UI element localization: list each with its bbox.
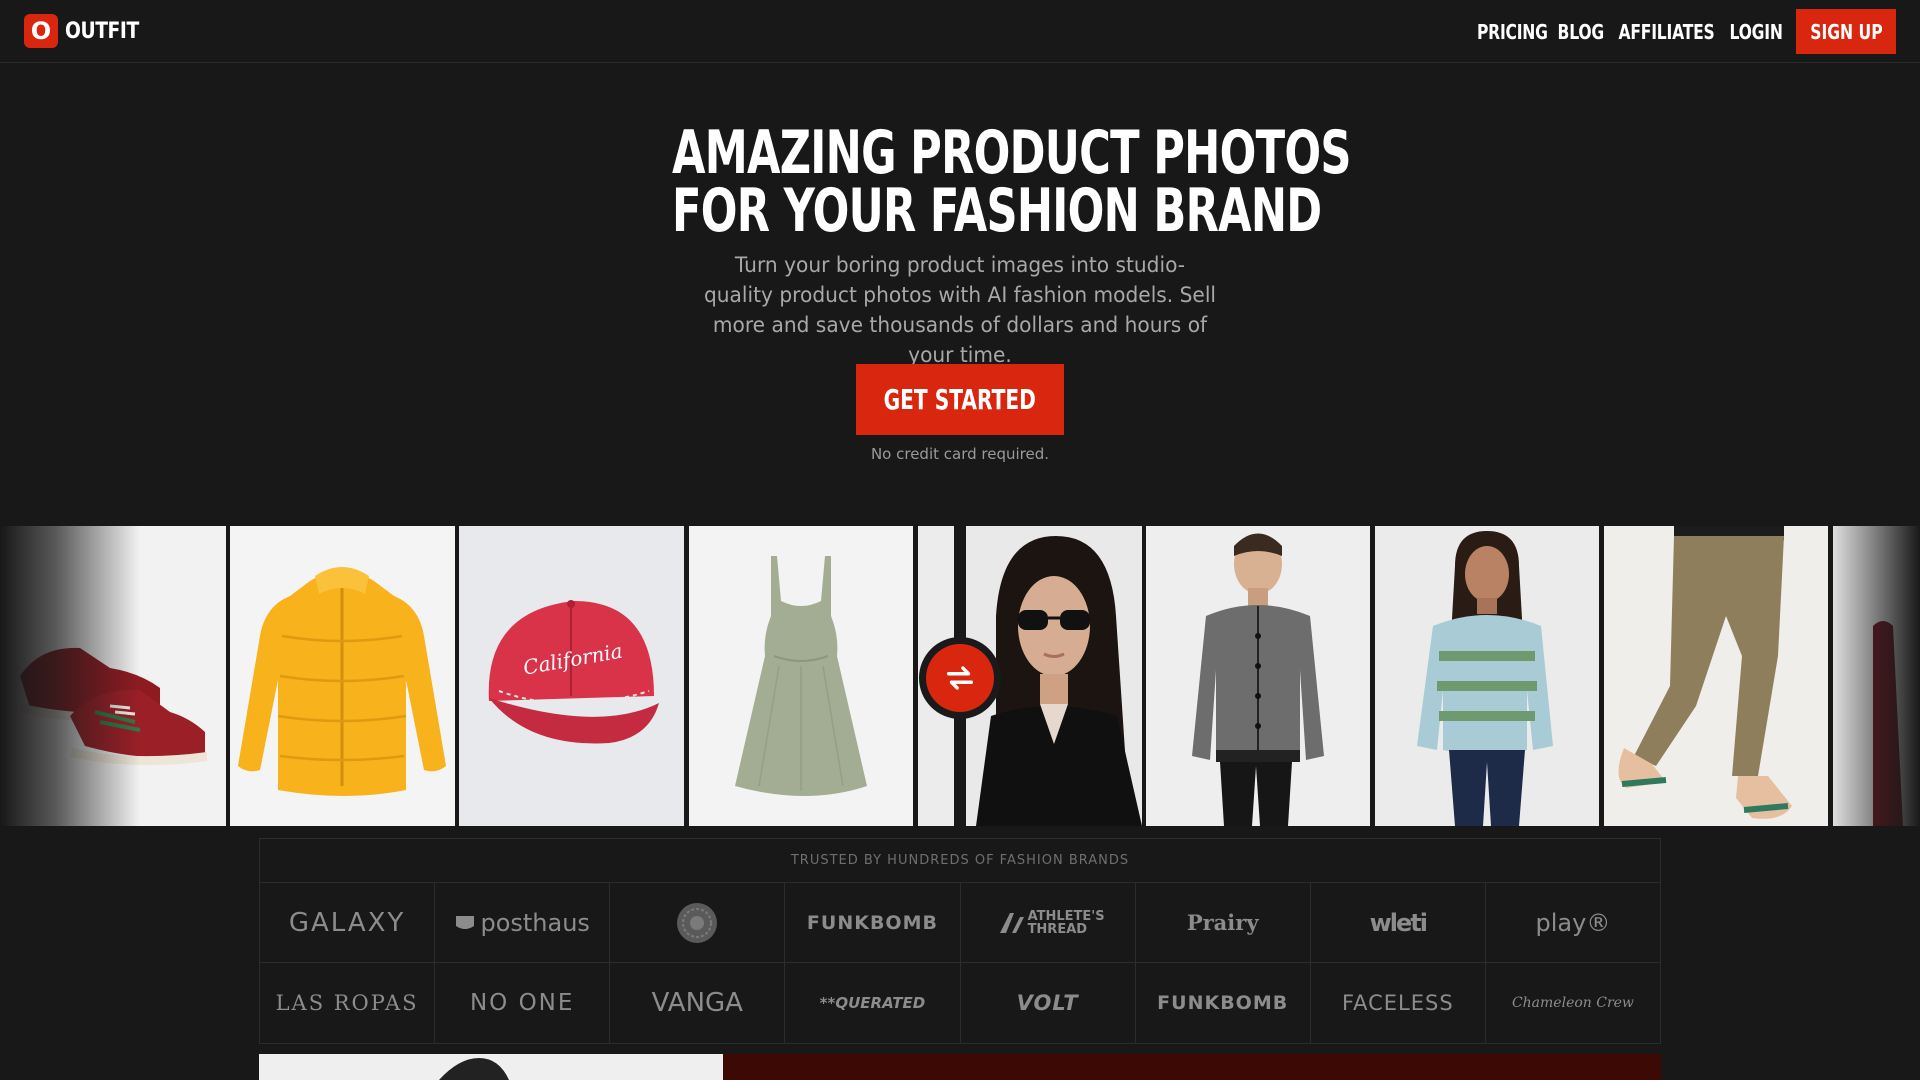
brand-logo-emblem (610, 883, 786, 962)
model-pants-image (1618, 526, 1792, 819)
trusted-brands-heading: TRUSTED BY HUNDREDS OF FASHION BRANDS (260, 839, 1660, 883)
cap-image: California (488, 600, 659, 744)
get-started-label: GET STARTED (883, 383, 1037, 416)
brand-logo-athletes-thread: ATHLETE'S THREAD (961, 883, 1136, 962)
logo-mark: O (24, 14, 58, 48)
sundress-image (735, 556, 867, 796)
top-nav: O OUTFIT PRICING BLOG AFFILIATES LOGIN S… (0, 0, 1920, 63)
brand-logo-play: play® (1535, 908, 1611, 937)
brand-logo-faceless: FACELESS (1311, 963, 1486, 1043)
brand-logo-funkbomb: FUNKBOMB (785, 883, 961, 962)
product-tile-dress (689, 526, 913, 826)
brand-row-2: LAS ROPAS NO ONE VANGA **QUERATED VOLT F… (260, 963, 1660, 1043)
no-credit-card-note: No credit card required. (870, 445, 1050, 463)
hero-title: AMAZING PRODUCT PHOTOS FOR YOUR FASHION … (560, 118, 1360, 246)
model-tile-cardigan (1146, 526, 1370, 826)
product-tile-sneakers (0, 526, 226, 826)
puffer-jacket-image (238, 567, 446, 796)
model-cardigan-image (1192, 533, 1324, 826)
nav-link-pricing[interactable]: PRICING (1477, 20, 1548, 44)
brand-logo-vanga: VANGA (610, 963, 786, 1043)
model-tile-partial (1833, 526, 1920, 826)
brand-logo-wleti: wleti (1311, 883, 1486, 962)
sneakers-image (20, 647, 207, 766)
brand-logo-galaxy: GALAXY (260, 883, 436, 962)
model-tile-pants (1604, 526, 1828, 826)
nav-links: PRICING BLOG AFFILIATES LOGIN SIGN UP (1473, 9, 1896, 54)
trusted-brands-section: TRUSTED BY HUNDREDS OF FASHION BRANDS GA… (259, 838, 1661, 1044)
model-tile-sweater (1375, 526, 1599, 826)
get-started-button[interactable]: GET STARTED (856, 364, 1064, 435)
emblem-icon (677, 902, 718, 943)
brand-logo-funkbomb-2: FUNKBOMB (1136, 963, 1311, 1043)
brand-logo-las-ropas: LAS ROPAS (260, 963, 436, 1043)
hero-title-line2: FOR YOUR FASHION BRAND (672, 176, 1322, 246)
brand-logo-posthaus: posthaus (435, 883, 611, 962)
next-section-panel-peek (723, 1054, 1661, 1080)
posthaus-mark-icon (456, 915, 475, 929)
brand-logo[interactable]: O OUTFIT (24, 14, 152, 48)
logo-text: OUTFIT (65, 18, 139, 44)
nav-link-blog[interactable]: BLOG (1558, 20, 1605, 44)
brand-logo-volt: VOLT (961, 963, 1136, 1043)
brand-logo-prairy: Prairy (1136, 883, 1311, 962)
signup-button[interactable]: SIGN UP (1796, 9, 1896, 54)
product-tile-cap: California (459, 526, 684, 826)
next-section-image-peek (259, 1054, 723, 1080)
brand-row-1: GALAXY posthaus FUNKBOMB ATHLETE'S THREA… (260, 883, 1660, 963)
model-sweater-image (1417, 531, 1553, 826)
nav-link-login[interactable]: LOGIN (1729, 20, 1782, 44)
signup-label: SIGN UP (1809, 19, 1883, 44)
nav-link-affiliates[interactable]: AFFILIATES (1618, 20, 1714, 44)
swap-arrows-icon (946, 666, 974, 690)
before-after-toggle-button[interactable] (919, 637, 1001, 719)
athletes-thread-mark-icon (999, 912, 1024, 933)
product-tile-jacket (230, 526, 455, 826)
brand-logo-no-one: NO ONE (435, 963, 611, 1043)
brand-logo-chameleon-crew: Chameleon Crew (1511, 995, 1634, 1011)
hero-subtitle: Turn your boring product images into stu… (703, 253, 1217, 367)
hero-title-line1: AMAZING PRODUCT PHOTOS (672, 118, 1351, 188)
brand-logo-querated: **QUERATED (785, 963, 961, 1043)
